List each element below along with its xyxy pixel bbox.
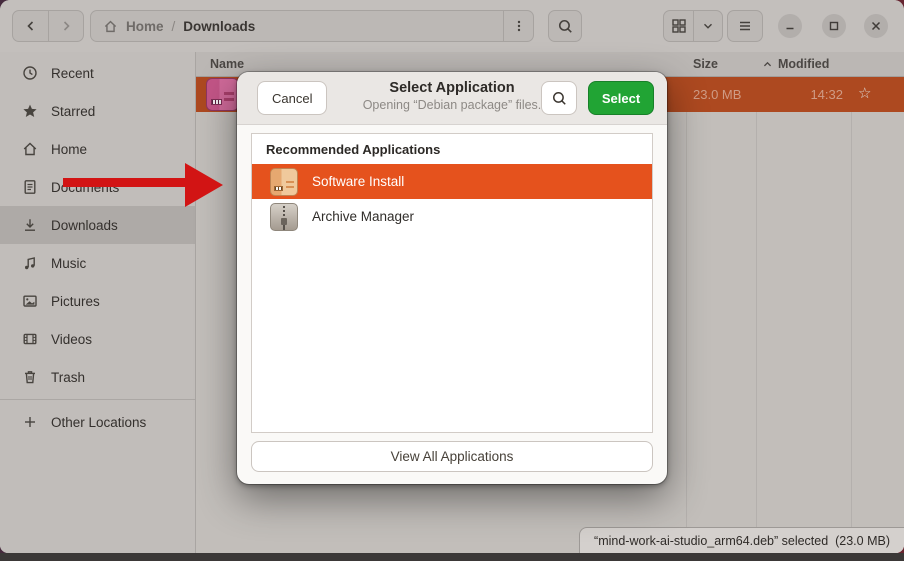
- file-size: 23.0 MB: [693, 87, 741, 102]
- chevron-left-icon: [23, 18, 39, 34]
- music-icon: [22, 255, 38, 271]
- sidebar-item-recent[interactable]: Recent: [0, 54, 195, 92]
- software-install-icon: [270, 168, 298, 196]
- sidebar-item-label: Downloads: [51, 218, 118, 233]
- select-application-dialog: Select Application Opening “Debian packa…: [237, 72, 667, 484]
- close-button[interactable]: [864, 14, 888, 38]
- file-modified: 14:32: [762, 87, 843, 102]
- search-icon: [551, 90, 568, 107]
- sidebar-item-other-locations[interactable]: Other Locations: [0, 403, 195, 441]
- column-header-name[interactable]: Name: [210, 57, 244, 71]
- titlebar: Home / Downloads: [0, 0, 904, 52]
- sidebar-item-label: Trash: [51, 370, 85, 385]
- plus-icon: [22, 414, 38, 430]
- main-menu-button[interactable]: [727, 10, 763, 42]
- select-button[interactable]: Select: [588, 81, 654, 115]
- document-icon: [22, 179, 38, 195]
- chevron-right-icon: [58, 18, 74, 34]
- sidebar-item-home[interactable]: Home: [0, 130, 195, 168]
- minimize-icon: [784, 20, 796, 32]
- sidebar: Recent Starred Home Documents Downloads …: [0, 52, 196, 553]
- sidebar-item-videos[interactable]: Videos: [0, 320, 195, 358]
- picture-icon: [22, 293, 38, 309]
- path-menu-button[interactable]: [503, 11, 533, 41]
- dialog-search-button[interactable]: [541, 81, 577, 115]
- hamburger-icon: [737, 18, 753, 34]
- sidebar-item-label: Recent: [51, 66, 94, 81]
- column-rule: [851, 52, 852, 553]
- search-icon: [557, 18, 574, 35]
- chevron-down-icon: [701, 19, 715, 33]
- breadcrumb-home-label: Home: [126, 19, 164, 34]
- status-text: “mind-work-ai-studio_arm64.deb” selected…: [594, 534, 890, 548]
- status-bar: “mind-work-ai-studio_arm64.deb” selected…: [579, 527, 904, 553]
- breadcrumb-home[interactable]: Home: [103, 19, 164, 34]
- breadcrumb-separator: /: [172, 19, 176, 34]
- sidebar-item-label: Documents: [51, 180, 119, 195]
- sidebar-item-starred[interactable]: Starred: [0, 92, 195, 130]
- sidebar-item-label: Videos: [51, 332, 92, 347]
- view-toggle-group: [663, 10, 723, 42]
- column-header-modified[interactable]: Modified: [762, 57, 829, 71]
- files-window: Home / Downloads: [0, 0, 904, 553]
- app-row-software-install[interactable]: Software Install: [252, 164, 652, 199]
- sidebar-item-label: Other Locations: [51, 415, 146, 430]
- sidebar-item-downloads[interactable]: Downloads: [0, 206, 195, 244]
- maximize-button[interactable]: [822, 14, 846, 38]
- section-header: Recommended Applications: [252, 134, 652, 164]
- video-icon: [22, 331, 38, 347]
- column-rule: [756, 52, 757, 553]
- download-icon: [22, 217, 38, 233]
- forward-button[interactable]: [48, 11, 83, 41]
- app-name: Software Install: [312, 174, 404, 189]
- cancel-button[interactable]: Cancel: [257, 81, 327, 115]
- search-button[interactable]: [548, 10, 582, 42]
- column-header-size[interactable]: Size: [693, 57, 718, 71]
- breadcrumb-current[interactable]: Downloads: [183, 19, 255, 34]
- star-outline-icon[interactable]: ☆: [858, 84, 871, 102]
- sort-ascending-icon: [762, 59, 773, 70]
- sidebar-item-label: Starred: [51, 104, 95, 119]
- desktop-dock-strip: [0, 553, 904, 561]
- deb-package-icon: [206, 78, 239, 111]
- home-icon: [103, 19, 118, 34]
- back-button[interactable]: [13, 11, 48, 41]
- minimize-button[interactable]: [778, 14, 802, 38]
- close-icon: [870, 20, 882, 32]
- recent-icon: [22, 65, 38, 81]
- sidebar-item-label: Music: [51, 256, 86, 271]
- grid-view-icon: [671, 18, 687, 34]
- nav-button-group: [12, 10, 84, 42]
- column-rule: [686, 52, 687, 553]
- maximize-icon: [828, 20, 840, 32]
- sidebar-item-documents[interactable]: Documents: [0, 168, 195, 206]
- sidebar-item-pictures[interactable]: Pictures: [0, 282, 195, 320]
- sidebar-item-label: Home: [51, 142, 87, 157]
- sidebar-item-music[interactable]: Music: [0, 244, 195, 282]
- app-name: Archive Manager: [312, 209, 414, 224]
- trash-icon: [22, 369, 38, 385]
- home-icon: [22, 141, 38, 157]
- sidebar-separator: [0, 399, 195, 400]
- dots-vertical-icon: [511, 18, 527, 34]
- grid-view-button[interactable]: [664, 11, 693, 41]
- breadcrumb: Home / Downloads: [90, 10, 534, 42]
- view-all-applications-button[interactable]: View All Applications: [251, 441, 653, 472]
- star-icon: [22, 103, 38, 119]
- application-list: Recommended Applications Software Instal…: [251, 133, 653, 433]
- dialog-header: Select Application Opening “Debian packa…: [237, 72, 667, 125]
- view-options-dropdown[interactable]: [693, 11, 722, 41]
- app-row-archive-manager[interactable]: Archive Manager: [252, 199, 652, 234]
- sidebar-item-label: Pictures: [51, 294, 100, 309]
- archive-manager-icon: [270, 203, 298, 231]
- sidebar-item-trash[interactable]: Trash: [0, 358, 195, 396]
